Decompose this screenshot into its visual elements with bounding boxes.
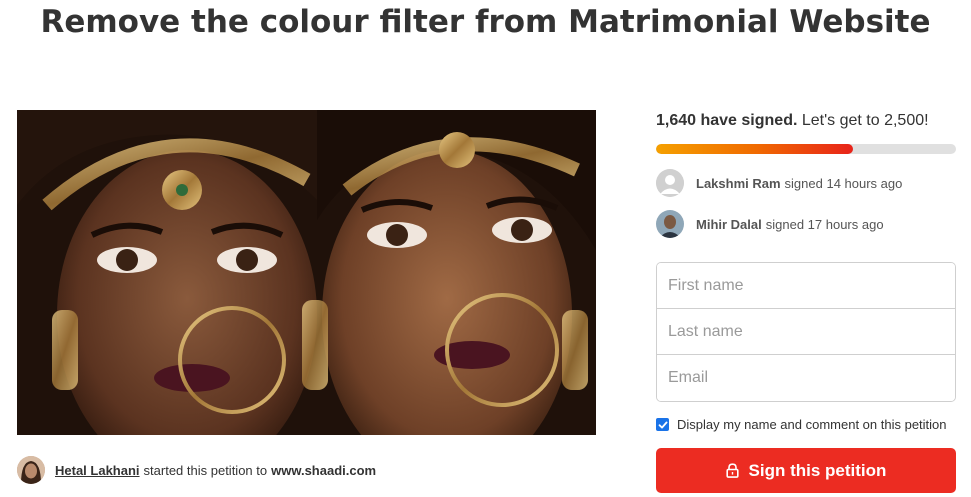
petition-image: [17, 110, 596, 435]
sign-button-label: Sign this petition: [748, 460, 887, 480]
petition-title: Remove the colour filter from Matrimonia…: [40, 4, 931, 40]
goal-label: Let's get to 2,500!: [801, 112, 929, 129]
sign-petition-button[interactable]: Sign this petition: [656, 448, 956, 493]
signed-count-label: 1,640 have signed.: [656, 112, 798, 129]
checkmark-icon: [658, 421, 667, 428]
lock-icon: [725, 463, 739, 478]
signer-avatar: [656, 210, 684, 238]
display-name-consent: Display my name and comment on this peti…: [656, 417, 947, 432]
petition-target: www.shaadi.com: [271, 462, 377, 478]
first-name-input[interactable]: [657, 263, 955, 309]
signer-time: signed 17 hours ago: [765, 216, 884, 232]
consent-label: Display my name and comment on this peti…: [677, 417, 947, 432]
starter-avatar: [17, 456, 45, 484]
default-avatar-icon: [656, 169, 684, 197]
display-name-checkbox[interactable]: [656, 418, 669, 431]
starter-name-link[interactable]: Hetal Lakhani: [55, 463, 140, 478]
recent-signer: Lakshmi Ram signed 14 hours ago: [656, 169, 902, 197]
recent-signer: Mihir Dalal signed 17 hours ago: [656, 210, 884, 238]
signature-progress-fill: [656, 144, 853, 154]
signer-name: Lakshmi Ram: [696, 175, 781, 191]
signature-progress-bar: [656, 144, 956, 154]
signer-time: signed 14 hours ago: [784, 175, 903, 191]
last-name-input[interactable]: [657, 309, 955, 355]
starter-text: started this petition to: [143, 462, 268, 478]
signature-count: 1,640 have signed. Let's get to 2,500!: [656, 112, 929, 130]
petition-starter: Hetal Lakhani started this petition to w…: [17, 455, 376, 485]
email-input[interactable]: [657, 355, 955, 401]
signer-name: Mihir Dalal: [696, 216, 762, 232]
sign-form: [656, 262, 956, 402]
